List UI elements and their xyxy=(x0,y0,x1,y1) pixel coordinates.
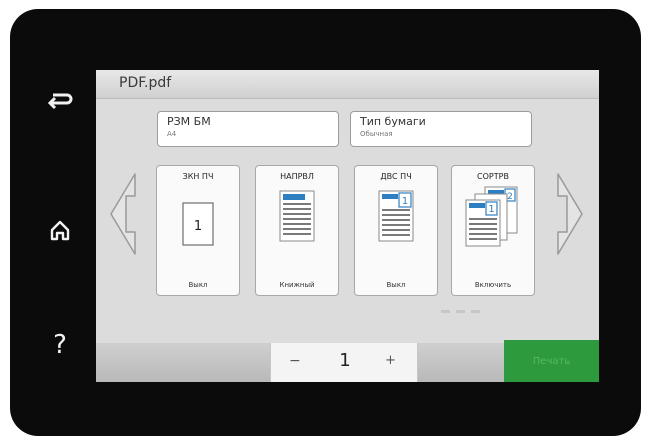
preview-page-number: 2 xyxy=(507,192,513,202)
scroll-right-arrow-icon[interactable] xyxy=(555,170,585,258)
scroll-left-arrow-icon[interactable] xyxy=(108,170,138,258)
home-icon xyxy=(50,220,70,241)
question-mark-icon: ? xyxy=(53,330,67,360)
option-title: ДВС ПЧ xyxy=(380,172,412,181)
copies-stepper: − 1 + xyxy=(270,343,418,382)
page-dot xyxy=(441,310,450,313)
title-bar: PDF.pdf xyxy=(96,70,599,99)
option-value: Включить xyxy=(474,281,512,289)
collate-documents-icon: 2 1 xyxy=(465,186,518,247)
portrait-document-icon xyxy=(279,190,315,242)
paper-size-value: A4 xyxy=(167,130,177,138)
copies-count: 1 xyxy=(339,350,351,371)
option-card-orientation[interactable]: НАПРВЛ Книжный xyxy=(255,165,339,296)
page-indicator xyxy=(441,310,480,313)
option-title: СОРТРВ xyxy=(477,172,509,181)
paper-type-label: Тип бумаги xyxy=(360,115,426,128)
paper-size-field[interactable]: РЗМ БМ A4 xyxy=(157,111,339,147)
preview-page-number: 1 xyxy=(488,204,494,215)
page-title: PDF.pdf xyxy=(119,75,172,91)
option-value: Выкл xyxy=(386,281,406,289)
option-card-sort[interactable]: СОРТРВ 2 1 Включить xyxy=(451,165,535,296)
back-button[interactable] xyxy=(40,81,80,121)
decrement-button[interactable]: − xyxy=(289,353,301,369)
preview-page-number: 1 xyxy=(194,219,202,234)
duplex-document-icon: 1 xyxy=(378,190,414,242)
touch-screen: PDF.pdf РЗМ БМ A4 Тип бумаги Обычная ЗКН… xyxy=(96,70,599,382)
single-page-preview-icon: 1 xyxy=(182,202,214,246)
print-button-label: Печать xyxy=(532,355,571,367)
help-button[interactable]: ? xyxy=(40,325,80,365)
option-value: Книжный xyxy=(279,281,315,289)
increment-button[interactable]: + xyxy=(385,353,396,368)
paper-type-value: Обычная xyxy=(360,130,393,138)
home-button[interactable] xyxy=(40,210,80,250)
back-arrow-icon xyxy=(47,93,73,110)
paper-size-label: РЗМ БМ xyxy=(167,115,211,128)
page-dot xyxy=(471,310,480,313)
option-card-collate-pages[interactable]: ЗКН ПЧ 1 Выкл xyxy=(156,165,240,296)
preview-page-number: 1 xyxy=(402,196,408,207)
paper-type-field[interactable]: Тип бумаги Обычная xyxy=(350,111,532,147)
option-title: НАПРВЛ xyxy=(280,172,314,181)
option-value: Выкл xyxy=(188,281,208,289)
page-dot xyxy=(456,310,465,313)
print-button[interactable]: Печать xyxy=(504,340,599,382)
option-title: ЗКН ПЧ xyxy=(182,172,214,181)
option-card-duplex[interactable]: ДВС ПЧ 1 Выкл xyxy=(354,165,438,296)
